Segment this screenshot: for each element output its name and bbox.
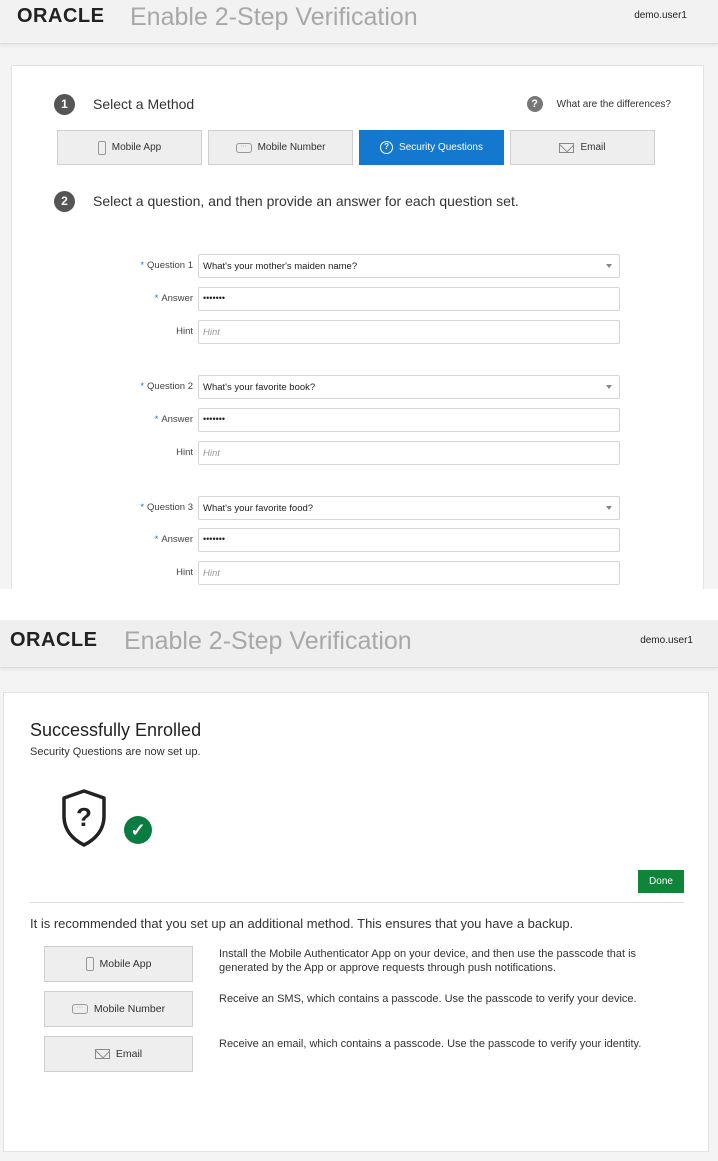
method-tab-label: Email xyxy=(580,142,606,153)
method-tab-label: Mobile Number xyxy=(257,142,326,153)
page-title: Enable 2-Step Verification xyxy=(130,3,418,31)
answer-2-input[interactable]: ••••••• xyxy=(198,408,620,432)
alt-button-label: Mobile App xyxy=(99,958,152,970)
alt-mobile-app-button[interactable]: Mobile App xyxy=(44,946,193,982)
method-tab-label: Mobile App xyxy=(111,142,162,153)
app-header: ORACLE Enable 2-Step Verification demo.u… xyxy=(0,620,718,668)
question-3-row: * Question 3 What's your favorite food? xyxy=(12,496,705,520)
answer-3-label: * Answer xyxy=(154,534,193,545)
alt-description: Receive an email, which contains a passc… xyxy=(219,1038,642,1050)
shield-question-icon: ? xyxy=(380,141,394,154)
oracle-logo: ORACLE xyxy=(17,5,105,27)
success-check-icon: ✓ xyxy=(124,816,152,844)
hint-3-input[interactable]: Hint xyxy=(198,561,620,585)
chat-icon: ··· xyxy=(235,142,252,153)
answer-1-label: * Answer xyxy=(154,293,193,304)
setup-panel: 1 Select a Method ? What are the differe… xyxy=(11,65,704,589)
success-title: Successfully Enrolled xyxy=(30,720,202,740)
answer-2-row: * Answer ••••••• xyxy=(12,408,705,432)
mail-icon xyxy=(94,1049,110,1059)
done-button[interactable]: Done xyxy=(638,870,684,893)
user-menu[interactable]: demo.user1 xyxy=(634,10,687,21)
question-2-row: * Question 2 What's your favorite book? xyxy=(12,375,705,399)
hint-2-input[interactable]: Hint xyxy=(198,441,620,465)
answer-1-row: * Answer ••••••• xyxy=(12,287,705,311)
method-tabs: Mobile App ··· Mobile Number ? Security … xyxy=(57,130,655,165)
hint-3-row: Hint Hint xyxy=(12,561,705,585)
success-subtitle: Security Questions are now set up. xyxy=(30,746,201,758)
shield-glyph: ? xyxy=(76,802,92,832)
step-2-label: Select a question, and then provide an a… xyxy=(93,193,519,209)
question-1-row: * Question 1 What's your mother's maiden … xyxy=(12,254,705,278)
phone-icon xyxy=(85,957,94,971)
differences-link[interactable]: ? What are the differences? xyxy=(526,96,671,112)
page-title: Enable 2-Step Verification xyxy=(124,627,412,655)
method-tab-mobile-app[interactable]: Mobile App xyxy=(57,130,202,165)
method-tab-label: Security Questions xyxy=(399,142,483,153)
alt-button-label: Mobile Number xyxy=(93,1003,166,1015)
user-menu[interactable]: demo.user1 xyxy=(640,635,693,646)
alt-button-label: Email xyxy=(115,1048,143,1060)
answer-1-input[interactable]: ••••••• xyxy=(198,287,620,311)
differences-link-text: What are the differences? xyxy=(556,98,671,110)
hint-2-label: Hint xyxy=(176,447,193,458)
answer-3-row: * Answer ••••••• xyxy=(12,528,705,552)
alt-description: Install the Mobile Authenticator App on … xyxy=(219,948,637,974)
alt-method-mobile-number: ··· Mobile Number Receive an SMS, which … xyxy=(44,991,684,1027)
alt-method-email: Email Receive an email, which contains a… xyxy=(44,1036,684,1072)
question-1-select[interactable]: What's your mother's maiden name? xyxy=(198,254,620,278)
hint-3-label: Hint xyxy=(176,567,193,578)
chevron-down-icon xyxy=(606,506,612,510)
hint-1-label: Hint xyxy=(176,326,193,337)
step-1-badge: 1 xyxy=(54,94,75,115)
method-tab-email[interactable]: Email xyxy=(510,130,655,165)
question-2-label: * Question 2 xyxy=(140,381,193,392)
answer-3-input[interactable]: ••••••• xyxy=(198,528,620,552)
chat-icon: ··· xyxy=(71,1004,88,1014)
alt-email-button[interactable]: Email xyxy=(44,1036,193,1072)
hint-2-row: Hint Hint xyxy=(12,441,705,465)
hint-1-row: Hint Hint xyxy=(12,320,705,344)
question-2-select[interactable]: What's your favorite book? xyxy=(198,375,620,399)
hint-1-input[interactable]: Hint xyxy=(198,320,620,344)
step-1-label: Select a Method xyxy=(93,96,195,112)
success-panel: Successfully Enrolled Security Questions… xyxy=(3,692,709,1152)
step-2-badge: 2 xyxy=(54,191,75,212)
phone-icon xyxy=(97,140,106,155)
shield-question-icon: ? xyxy=(62,789,106,847)
chevron-down-icon xyxy=(606,385,612,389)
alt-method-mobile-app: Mobile App Install the Mobile Authentica… xyxy=(44,946,684,982)
setup-screen: ORACLE Enable 2-Step Verification demo.u… xyxy=(0,0,718,589)
help-icon: ? xyxy=(526,96,543,112)
question-1-label: * Question 1 xyxy=(140,260,193,271)
alt-mobile-number-button[interactable]: ··· Mobile Number xyxy=(44,991,193,1027)
mail-icon xyxy=(559,142,575,153)
alt-description: Receive an SMS, which contains a passcod… xyxy=(219,993,637,1005)
answer-2-label: * Answer xyxy=(154,414,193,425)
success-screen: ORACLE Enable 2-Step Verification demo.u… xyxy=(0,620,718,1161)
chevron-down-icon xyxy=(606,264,612,268)
question-3-select[interactable]: What's your favorite food? xyxy=(198,496,620,520)
oracle-logo: ORACLE xyxy=(10,629,98,651)
method-tab-mobile-number[interactable]: ··· Mobile Number xyxy=(208,130,353,165)
method-tab-security-questions[interactable]: ? Security Questions xyxy=(359,130,504,165)
divider xyxy=(30,902,684,903)
question-3-label: * Question 3 xyxy=(140,502,193,513)
app-header: ORACLE Enable 2-Step Verification demo.u… xyxy=(0,0,718,44)
recommendation-text: It is recommended that you set up an add… xyxy=(30,916,574,931)
